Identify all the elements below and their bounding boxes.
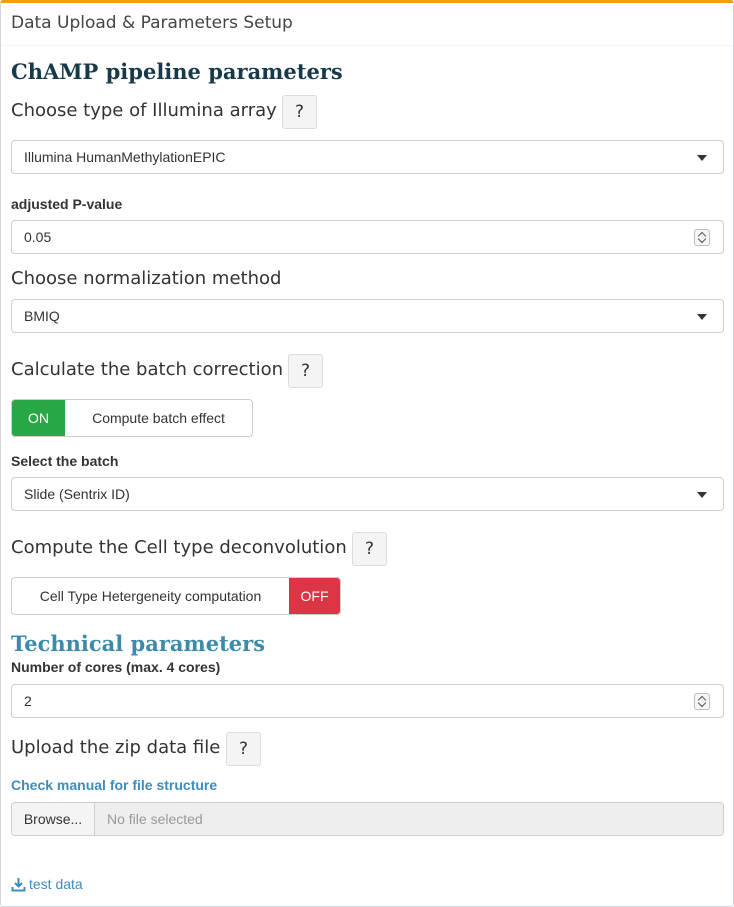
download-icon <box>11 877 26 892</box>
switch-on-state: ON <box>12 400 65 436</box>
panel-title: Data Upload & Parameters Setup <box>1 3 733 46</box>
pvalue-value: 0.05 <box>24 229 52 245</box>
section-title-champ: ChAMP pipeline parameters <box>11 59 343 84</box>
caret-down-icon <box>697 155 707 161</box>
array-type-select[interactable]: Illumina HumanMethylationEPIC <box>11 140 724 174</box>
manual-link[interactable]: Check manual for file structure <box>11 777 217 793</box>
cores-label: Number of cores (max. 4 cores) <box>11 659 221 675</box>
switch-label: Compute batch effect <box>92 410 225 426</box>
switch-off-state: OFF <box>289 578 340 614</box>
normalization-select[interactable]: BMIQ <box>11 299 724 333</box>
browse-button[interactable]: Browse... <box>12 803 95 835</box>
upload-label: Upload the zip data file <box>11 737 221 758</box>
upload-help-button[interactable]: ? <box>226 732 261 766</box>
spinner-icon[interactable] <box>694 229 710 246</box>
file-upload[interactable]: Browse... No file selected <box>11 802 724 836</box>
deconvolution-switch[interactable]: Cell Type Hetergeneity computation OFF <box>11 577 341 615</box>
caret-down-icon <box>697 314 707 320</box>
spinner-icon[interactable] <box>694 693 710 710</box>
test-data-download-link[interactable]: test data <box>11 876 83 892</box>
normalization-selected: BMIQ <box>24 308 60 324</box>
cores-value: 2 <box>24 693 32 709</box>
switch-label: Cell Type Hetergeneity computation <box>39 588 262 604</box>
batch-select-label: Select the batch <box>11 453 119 469</box>
test-data-label: test data <box>29 876 83 892</box>
batch-correction-help-button[interactable]: ? <box>288 354 323 388</box>
deconvolution-label: Compute the Cell type deconvolution <box>11 537 347 558</box>
normalization-label: Choose normalization method <box>11 268 282 289</box>
caret-down-icon <box>697 492 707 498</box>
cores-input[interactable]: 2 <box>11 684 724 718</box>
batch-select[interactable]: Slide (Sentrix ID) <box>11 477 724 511</box>
batch-correction-switch[interactable]: ON Compute batch effect <box>11 399 253 437</box>
array-type-label: Choose type of Illumina array <box>11 100 277 121</box>
section-title-technical: Technical parameters <box>11 631 266 656</box>
deconvolution-help-button[interactable]: ? <box>352 532 387 566</box>
pvalue-label: adjusted P-value <box>11 196 123 212</box>
batch-correction-label: Calculate the batch correction <box>11 359 284 380</box>
batch-selected: Slide (Sentrix ID) <box>24 486 130 502</box>
file-name-display: No file selected <box>95 803 723 835</box>
array-type-selected: Illumina HumanMethylationEPIC <box>24 149 226 165</box>
array-type-help-button[interactable]: ? <box>282 95 317 129</box>
pvalue-input[interactable]: 0.05 <box>11 220 724 254</box>
